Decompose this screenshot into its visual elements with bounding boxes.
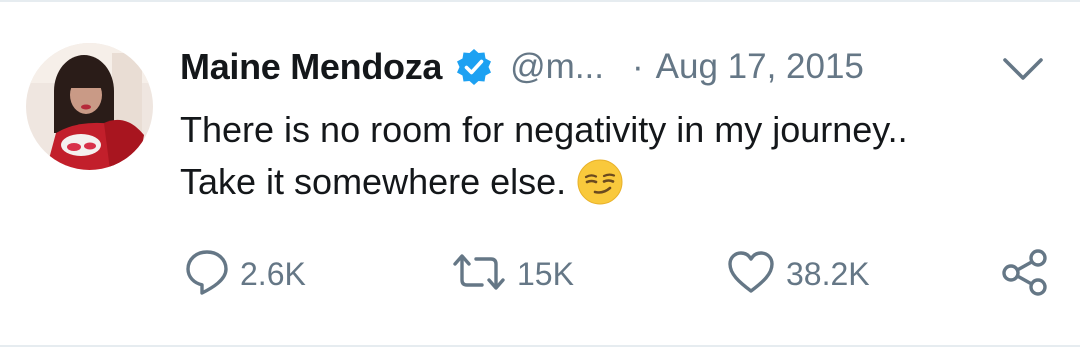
retweet-button[interactable]: 15K <box>451 244 574 304</box>
heart-icon <box>726 249 776 300</box>
like-count: 38.2K <box>786 255 870 292</box>
like-button[interactable]: 38.2K <box>726 244 870 304</box>
verified-badge-icon <box>454 47 494 87</box>
tweet-date[interactable]: Aug 17, 2015 <box>656 47 864 87</box>
share-button[interactable] <box>1000 244 1050 304</box>
tweet-text: There is no room for negativity in my jo… <box>180 104 1060 208</box>
tweet-header: Maine Mendoza @m... · Aug 17, 2015 <box>180 40 864 94</box>
reply-count: 2.6K <box>240 255 306 292</box>
smirking-face-emoji-icon <box>576 158 624 206</box>
reply-button[interactable]: 2.6K <box>184 244 306 304</box>
header-separator: · <box>632 47 644 86</box>
chevron-down-icon[interactable] <box>1000 54 1046 84</box>
share-icon <box>1000 247 1050 302</box>
avatar[interactable] <box>26 43 153 170</box>
tweet-text-line-content: Take it somewhere else. <box>180 161 567 202</box>
retweet-count: 15K <box>517 255 574 292</box>
tweet-card[interactable]: Maine Mendoza @m... · Aug 17, 2015 There… <box>0 0 1080 351</box>
author-handle[interactable]: @m... <box>510 47 604 87</box>
author-name[interactable]: Maine Mendoza <box>180 46 442 88</box>
tweet-text-line: Take it somewhere else. <box>180 156 1060 208</box>
reply-icon <box>184 247 230 302</box>
retweet-icon <box>451 252 507 297</box>
tweet-text-line: There is no room for negativity in my jo… <box>180 109 908 150</box>
avatar-image <box>26 43 153 170</box>
tweet-actions: 2.6K 15K 38.2K <box>0 244 1080 304</box>
top-divider <box>0 0 1080 2</box>
bottom-divider <box>0 345 1080 347</box>
